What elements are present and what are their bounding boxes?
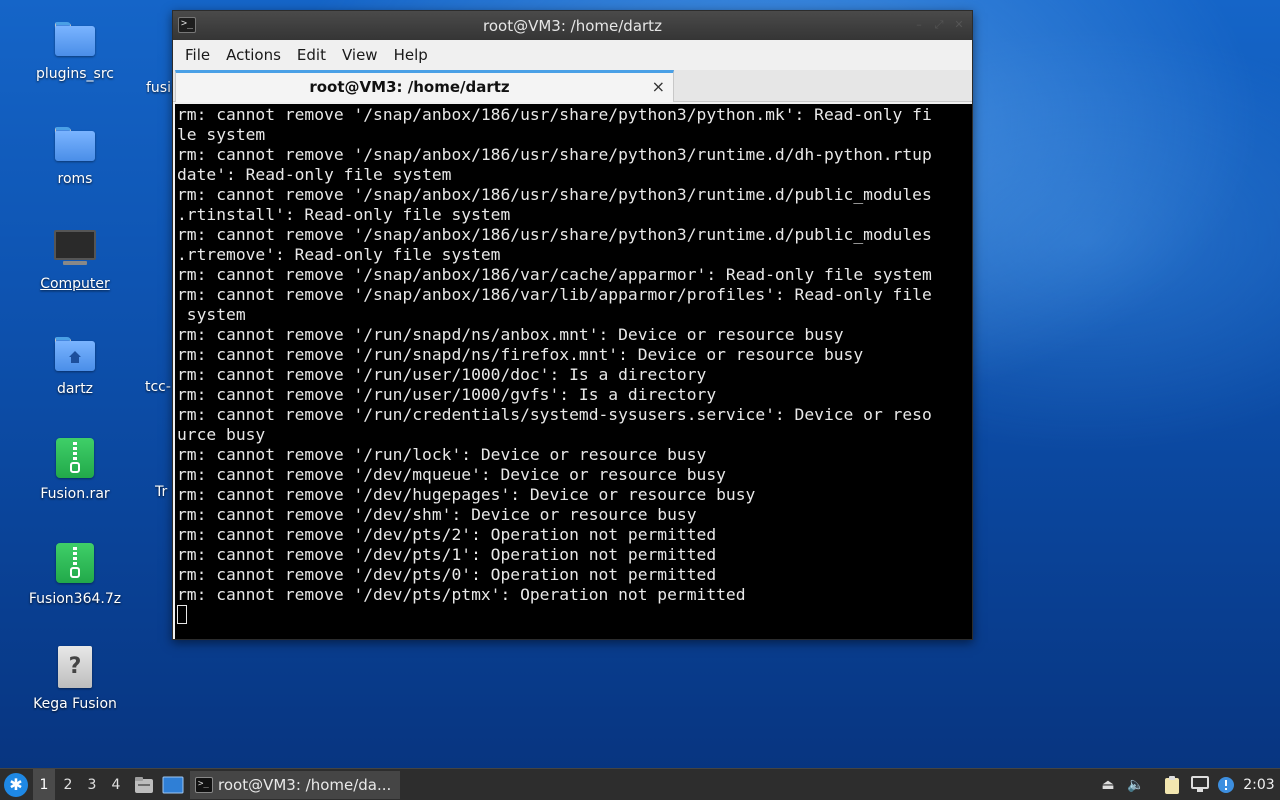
tab-close-icon[interactable]: ×: [652, 77, 665, 96]
computer-icon: [53, 226, 97, 270]
desktop-icon-fusion364-7z[interactable]: Fusion364.7z: [20, 539, 130, 639]
window-title: root@VM3: /home/dartz: [483, 17, 662, 35]
terminal-line: rm: cannot remove '/dev/pts/1': Operatio…: [177, 545, 717, 564]
desktop-icon-label: roms: [57, 171, 93, 187]
terminal-icon: >_: [195, 777, 213, 793]
desktop-icon-dartz[interactable]: dartz: [20, 329, 130, 429]
terminal-line: rm: cannot remove '/dev/hugepages': Devi…: [177, 485, 756, 504]
taskbar-task-terminal[interactable]: >_ root@VM3: /home/da...: [190, 771, 400, 799]
terminal-line: rm: cannot remove '/dev/pts/0': Operatio…: [177, 565, 717, 584]
terminal-line: rm: cannot remove '/snap/anbox/186/var/c…: [177, 265, 932, 284]
terminal-line: system: [177, 305, 246, 324]
folder-icon: [53, 16, 97, 60]
menu-help[interactable]: Help: [386, 42, 436, 68]
terminal-cursor: [177, 605, 187, 624]
terminal-output[interactable]: rm: cannot remove '/snap/anbox/186/usr/s…: [175, 104, 972, 639]
menu-actions[interactable]: Actions: [218, 42, 289, 68]
taskbar-task-label: root@VM3: /home/da...: [218, 776, 392, 794]
menu-view[interactable]: View: [334, 42, 386, 68]
desktop-icon-label-partial[interactable]: fusi: [146, 80, 174, 96]
terminal-line: rm: cannot remove '/snap/anbox/186/usr/s…: [177, 105, 932, 124]
terminal-line: rm: cannot remove '/snap/anbox/186/usr/s…: [177, 145, 932, 164]
terminal-line: rm: cannot remove '/run/snapd/ns/firefox…: [177, 345, 864, 364]
desktop-icon-roms[interactable]: roms: [20, 119, 130, 219]
clipboard-icon[interactable]: [1162, 775, 1182, 795]
terminal-line: urce busy: [177, 425, 266, 444]
terminal-window[interactable]: >_ root@VM3: /home/dartz – ⤢ ✕ File Acti…: [172, 10, 973, 640]
terminal-line: rm: cannot remove '/snap/anbox/186/usr/s…: [177, 185, 932, 204]
archive-icon: [53, 436, 97, 480]
tab-label: root@VM3: /home/dartz: [309, 78, 510, 96]
terminal-line: rm: cannot remove '/run/credentials/syst…: [177, 405, 932, 424]
desktop-icon-kega-fusion[interactable]: ? Kega Fusion: [20, 644, 130, 744]
terminal-line: rm: cannot remove '/dev/pts/ptmx': Opera…: [177, 585, 746, 604]
terminal-line: date': Read-only file system: [177, 165, 452, 184]
taskbar: ✱ 1 2 3 4 >_ root@VM3: /home/da... ⏏ 🔈 2…: [0, 768, 1280, 800]
workspace-3[interactable]: 3: [81, 769, 103, 800]
workspace-1[interactable]: 1: [33, 769, 55, 800]
terminal-prompt-line[interactable]: [177, 605, 972, 625]
terminal-line: rm: cannot remove '/run/user/1000/gvfs':…: [177, 385, 717, 404]
minimize-icon[interactable]: –: [912, 18, 926, 32]
menu-file[interactable]: File: [177, 42, 218, 68]
desktop-icon-label: Fusion364.7z: [28, 591, 122, 607]
workspace-4[interactable]: 4: [105, 769, 127, 800]
archive-icon: [53, 541, 97, 585]
app-menu-icon[interactable]: ✱: [4, 773, 28, 797]
desktop-icon-label: Computer: [40, 276, 110, 292]
terminal-line: rm: cannot remove '/snap/anbox/186/var/l…: [177, 285, 932, 304]
close-icon[interactable]: ✕: [952, 18, 966, 32]
home-folder-icon: [53, 331, 97, 375]
desktop-icon-label: Fusion.rar: [40, 486, 110, 502]
terminal-line: rm: cannot remove '/snap/anbox/186/usr/s…: [177, 225, 932, 244]
desktop-icon-computer[interactable]: Computer: [20, 224, 130, 324]
desktop-icon-label-partial[interactable]: tcc-: [145, 379, 174, 395]
terminal-line: rm: cannot remove '/run/user/1000/doc': …: [177, 365, 707, 384]
terminal-line: .rtremove': Read-only file system: [177, 245, 501, 264]
terminal-tab[interactable]: root@VM3: /home/dartz ×: [175, 70, 674, 102]
desktop-icon-label: dartz: [56, 381, 94, 397]
terminal-line: rm: cannot remove '/dev/shm': Device or …: [177, 505, 697, 524]
desktop-icon-plugins-src[interactable]: plugins_src: [20, 14, 130, 114]
maximize-icon[interactable]: ⤢: [932, 18, 946, 32]
window-titlebar[interactable]: >_ root@VM3: /home/dartz – ⤢ ✕: [173, 11, 972, 40]
desktop-icon-label: Kega Fusion: [33, 696, 117, 712]
network-icon[interactable]: [1190, 775, 1210, 795]
volume-icon[interactable]: 🔈: [1126, 775, 1146, 795]
unknown-file-icon: ?: [53, 646, 97, 690]
tab-bar: root@VM3: /home/dartz ×: [173, 70, 972, 102]
desktop-icon-fusion-rar[interactable]: Fusion.rar: [20, 434, 130, 534]
terminal-line: .rtinstall': Read-only file system: [177, 205, 511, 224]
workspace-2[interactable]: 2: [57, 769, 79, 800]
clock[interactable]: 2:03: [1240, 769, 1278, 800]
desktop-icon-label: plugins_src: [35, 66, 115, 82]
terminal-line: rm: cannot remove '/dev/mqueue': Device …: [177, 465, 726, 484]
folder-icon: [53, 121, 97, 165]
terminal-line: le system: [177, 125, 266, 144]
menu-bar: File Actions Edit View Help: [173, 40, 972, 70]
show-desktop-icon[interactable]: [162, 776, 184, 794]
notification-icon[interactable]: [1216, 775, 1236, 795]
terminal-line: rm: cannot remove '/dev/pts/2': Operatio…: [177, 525, 717, 544]
file-manager-icon[interactable]: [134, 776, 154, 794]
terminal-line: rm: cannot remove '/run/snapd/ns/anbox.m…: [177, 325, 844, 344]
terminal-line: rm: cannot remove '/run/lock': Device or…: [177, 445, 707, 464]
menu-edit[interactable]: Edit: [289, 42, 334, 68]
eject-icon[interactable]: ⏏: [1098, 775, 1118, 795]
